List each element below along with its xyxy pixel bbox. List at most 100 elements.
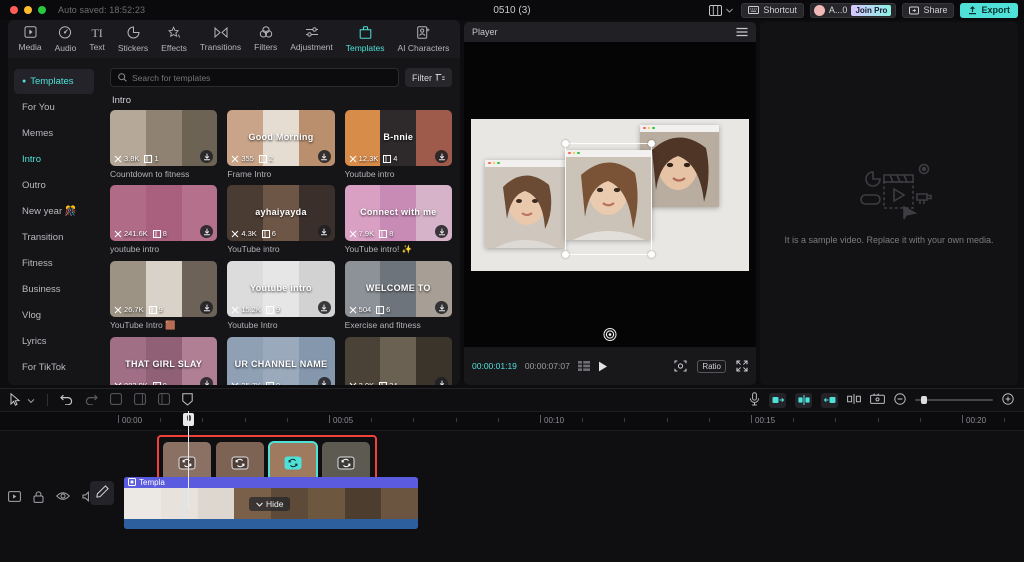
timeline-playhead[interactable] [188, 411, 189, 509]
sidebar-item-for-you[interactable]: For You [14, 95, 94, 120]
download-template-button[interactable] [318, 150, 331, 163]
tab-filters[interactable]: Filters [252, 26, 279, 52]
sidebar-item-business[interactable]: Business [14, 277, 94, 302]
sidebar-item-lyrics[interactable]: Lyrics [14, 329, 94, 354]
tab-transitions[interactable]: Transitions [198, 27, 243, 52]
sidebar-item-outro[interactable]: Outro [14, 173, 94, 198]
template-card[interactable]: 3.8K1Countdown to fitness [110, 110, 217, 179]
redo-icon[interactable] [85, 394, 98, 407]
replace-icon[interactable] [338, 457, 355, 470]
select-cursor-icon[interactable] [10, 393, 21, 408]
template-card[interactable]: ayhaiyayda4.3K6YouTube intro [227, 185, 334, 255]
undo-icon[interactable] [60, 394, 73, 407]
timeline-ruler[interactable]: 00:0000:0500:1000:1500:20 [0, 411, 1024, 431]
zoom-in-icon[interactable] [1002, 393, 1014, 407]
replace-icon[interactable] [285, 457, 302, 470]
tab-media[interactable]: Media [16, 26, 43, 52]
search-input[interactable] [132, 73, 391, 83]
replace-icon[interactable] [179, 457, 196, 470]
template-thumbnail[interactable]: B-nnie12.3K4 [345, 110, 452, 166]
microphone-icon[interactable] [749, 392, 760, 408]
template-card[interactable]: THAT GIRL SLAY883.9K9 [110, 337, 217, 385]
ratio-button[interactable]: Ratio [697, 360, 726, 373]
resize-handle-tl[interactable] [562, 140, 569, 147]
download-template-button[interactable] [435, 377, 448, 385]
resize-handle-tr[interactable] [648, 140, 655, 147]
player-canvas[interactable] [471, 119, 749, 271]
sidebar-item-transition[interactable]: Transition [14, 225, 94, 250]
template-thumbnail[interactable]: Good Morning3552 [227, 110, 334, 166]
hamburger-icon[interactable] [736, 27, 748, 37]
zoom-slider-knob[interactable] [921, 396, 927, 404]
marker-icon[interactable] [182, 393, 193, 408]
template-thumbnail[interactable]: Connect with me7.9K8 [345, 185, 452, 241]
template-card[interactable]: Connect with me7.9K8YouTube intro! ✨ [345, 185, 452, 255]
template-thumbnail[interactable]: 3.0K24 [345, 337, 452, 385]
crop-icon[interactable] [674, 360, 687, 372]
template-thumbnail[interactable]: 241.6K8 [110, 185, 217, 241]
download-template-button[interactable] [318, 301, 331, 314]
video-track-icon[interactable] [8, 491, 21, 506]
split-clip-icon[interactable] [795, 393, 812, 408]
template-thumbnail[interactable]: ayhaiyayda4.3K6 [227, 185, 334, 241]
tab-audio[interactable]: Audio [53, 26, 79, 53]
selection-box[interactable] [565, 143, 652, 255]
split-icon[interactable] [110, 393, 122, 407]
hide-track-button[interactable]: Hide [249, 497, 290, 511]
template-card[interactable]: Good Morning3552Frame Intro [227, 110, 334, 179]
track-audio-waveform[interactable] [124, 519, 418, 529]
export-button[interactable]: Export [960, 3, 1018, 18]
shortcut-button[interactable]: Shortcut [741, 3, 804, 18]
edit-template-button[interactable] [90, 481, 114, 505]
cut-icon[interactable] [847, 394, 861, 406]
search-box[interactable] [110, 68, 399, 87]
resize-handle-bl[interactable] [562, 251, 569, 258]
template-card[interactable]: UR CHANNEL NAME25.7K9 [227, 337, 334, 385]
resize-handle-br[interactable] [648, 251, 655, 258]
template-card[interactable]: B-nnie12.3K4Youtube intro [345, 110, 452, 179]
sidebar-header-templates[interactable]: ● Templates [14, 69, 94, 94]
download-template-button[interactable] [435, 301, 448, 314]
tab-ai-characters[interactable]: AI Characters [395, 26, 451, 53]
rotate-icon[interactable] [604, 328, 617, 341]
template-thumbnail[interactable]: THAT GIRL SLAY883.9K9 [110, 337, 217, 385]
template-thumbnail[interactable]: WELCOME TO5046 [345, 261, 452, 317]
play-icon[interactable] [598, 361, 608, 372]
crop-icon[interactable] [134, 393, 146, 407]
template-card[interactable]: 241.6K8youtube intro [110, 185, 217, 255]
zoom-out-icon[interactable] [894, 393, 906, 407]
chevron-down-icon[interactable] [27, 394, 35, 406]
delete-icon[interactable] [158, 393, 170, 407]
filter-button[interactable]: Filter [405, 68, 452, 87]
share-button[interactable]: Share [902, 3, 954, 18]
sidebar-item-for-tiktok[interactable]: For TikTok [14, 355, 94, 380]
sidebar-item-fitness[interactable]: Fitness [14, 251, 94, 276]
account-button[interactable]: A...0 Join Pro [810, 3, 897, 18]
ripple-delete-left-icon[interactable] [769, 393, 786, 408]
player-stage[interactable] [464, 42, 756, 347]
download-template-button[interactable] [435, 225, 448, 238]
fullscreen-icon[interactable] [736, 360, 748, 372]
eye-icon[interactable] [56, 491, 70, 506]
keyframe-icon[interactable] [870, 393, 885, 407]
tab-text[interactable]: TI Text [87, 27, 107, 52]
tab-stickers[interactable]: Stickers [116, 26, 150, 53]
join-pro-badge[interactable]: Join Pro [851, 5, 891, 16]
template-card[interactable]: WELCOME TO5046Exercise and fitness [345, 261, 452, 331]
template-card[interactable]: 26.7K9YouTube Intro 🟫 [110, 261, 217, 331]
tab-effects[interactable]: Effects [159, 26, 189, 53]
tab-adjustment[interactable]: Adjustment [288, 26, 335, 52]
sidebar-item-memes[interactable]: Memes [14, 121, 94, 146]
zoom-slider[interactable] [915, 399, 993, 401]
template-card[interactable]: 3.0K24 [345, 337, 452, 385]
replace-icon[interactable] [232, 457, 249, 470]
template-thumbnail[interactable]: Youtube intro15.2K9 [227, 261, 334, 317]
sidebar-item-intro[interactable]: Intro [14, 147, 94, 172]
layout-switch-button[interactable] [707, 3, 735, 18]
template-card[interactable]: Youtube intro15.2K9Youtube Intro [227, 261, 334, 331]
sidebar-item-vlog[interactable]: Vlog [14, 303, 94, 328]
template-thumbnail[interactable]: UR CHANNEL NAME25.7K9 [227, 337, 334, 385]
sidebar-item-friends[interactable]: Friends [14, 381, 94, 385]
download-template-button[interactable] [318, 377, 331, 385]
grid-icon[interactable] [578, 361, 590, 371]
